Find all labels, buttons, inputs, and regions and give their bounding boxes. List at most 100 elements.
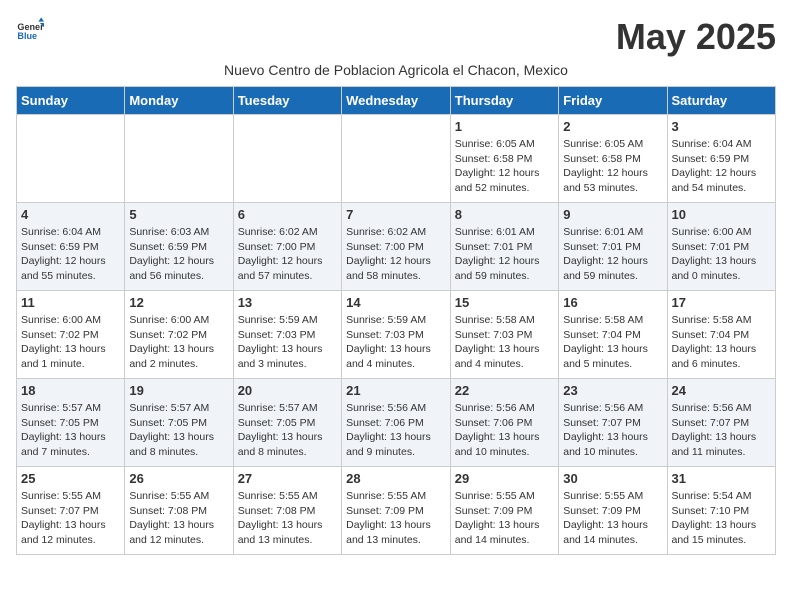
- cell-info-text: Sunrise: 5:56 AM Sunset: 7:07 PM Dayligh…: [563, 401, 662, 460]
- calendar-cell: 29 Sunrise: 5:55 AM Sunset: 7:09 PM Dayli…: [450, 467, 558, 555]
- calendar-cell: 16Sunrise: 5:58 AM Sunset: 7:04 PM Dayli…: [559, 291, 667, 379]
- cell-info-text: Sunrise: 5:54 AM Sunset: 7:10 PM Dayligh…: [672, 489, 772, 548]
- cell-date-number: 8: [455, 207, 554, 222]
- calendar-cell: 15 Sunrise: 5:58 AM Sunset: 7:03 PM Dayli…: [450, 291, 558, 379]
- calendar-cell: 8 Sunrise: 6:01 AM Sunset: 7:01 PM Daylig…: [450, 203, 558, 291]
- calendar-cell: 24 Sunrise: 5:56 AM Sunset: 7:07 PM Dayli…: [667, 379, 776, 467]
- cell-date-number: 28: [346, 471, 446, 486]
- calendar-cell: 18 Sunrise: 5:57 AM Sunset: 7:05 PM Dayli…: [17, 379, 125, 467]
- cell-info-text: Sunrise: 5:58 AM Sunset: 7:03 PM Dayligh…: [455, 313, 554, 372]
- cell-date-number: 18: [21, 383, 120, 398]
- calendar-cell: 19Sunrise: 5:57 AM Sunset: 7:05 PM Dayli…: [125, 379, 233, 467]
- cell-date-number: 10: [672, 207, 772, 222]
- day-header-wednesday: Wednesday: [342, 87, 451, 115]
- cell-date-number: 22: [455, 383, 554, 398]
- calendar-cell: [342, 115, 451, 203]
- cell-info-text: Sunrise: 6:02 AM Sunset: 7:00 PM Dayligh…: [346, 225, 446, 284]
- cell-info-text: Sunrise: 6:00 AM Sunset: 7:02 PM Dayligh…: [129, 313, 228, 372]
- page-header: General Blue May 2025: [16, 16, 776, 58]
- cell-info-text: Sunrise: 5:56 AM Sunset: 7:06 PM Dayligh…: [346, 401, 446, 460]
- cell-info-text: Sunrise: 6:01 AM Sunset: 7:01 PM Dayligh…: [563, 225, 662, 284]
- cell-date-number: 31: [672, 471, 772, 486]
- cell-date-number: 6: [238, 207, 337, 222]
- cell-date-number: 26: [129, 471, 228, 486]
- cell-info-text: Sunrise: 5:55 AM Sunset: 7:08 PM Dayligh…: [129, 489, 228, 548]
- cell-info-text: Sunrise: 6:02 AM Sunset: 7:00 PM Dayligh…: [238, 225, 337, 284]
- calendar-week-5: 25 Sunrise: 5:55 AM Sunset: 7:07 PM Dayli…: [17, 467, 776, 555]
- calendar-cell: 5 Sunrise: 6:03 AM Sunset: 6:59 PM Daylig…: [125, 203, 233, 291]
- calendar-cell: 11 Sunrise: 6:00 AM Sunset: 7:02 PM Dayli…: [17, 291, 125, 379]
- day-header-sunday: Sunday: [17, 87, 125, 115]
- calendar-week-4: 18 Sunrise: 5:57 AM Sunset: 7:05 PM Dayli…: [17, 379, 776, 467]
- cell-info-text: Sunrise: 5:56 AM Sunset: 7:07 PM Dayligh…: [672, 401, 772, 460]
- cell-info-text: Sunrise: 5:55 AM Sunset: 7:07 PM Dayligh…: [21, 489, 120, 548]
- cell-info-text: Sunrise: 6:00 AM Sunset: 7:02 PM Dayligh…: [21, 313, 120, 372]
- cell-info-text: Sunrise: 6:03 AM Sunset: 6:59 PM Dayligh…: [129, 225, 228, 284]
- cell-date-number: 17: [672, 295, 772, 310]
- calendar-cell: 7 Sunrise: 6:02 AM Sunset: 7:00 PM Daylig…: [342, 203, 451, 291]
- calendar-cell: 13 Sunrise: 5:59 AM Sunset: 7:03 PM Dayli…: [233, 291, 341, 379]
- day-header-tuesday: Tuesday: [233, 87, 341, 115]
- cell-date-number: 27: [238, 471, 337, 486]
- cell-date-number: 25: [21, 471, 120, 486]
- cell-date-number: 13: [238, 295, 337, 310]
- cell-date-number: 14: [346, 295, 446, 310]
- cell-date-number: 23: [563, 383, 662, 398]
- calendar-cell: 14 Sunrise: 5:59 AM Sunset: 7:03 PM Dayli…: [342, 291, 451, 379]
- cell-date-number: 21: [346, 383, 446, 398]
- calendar-week-2: 4Sunrise: 6:04 AM Sunset: 6:59 PM Daylig…: [17, 203, 776, 291]
- calendar-cell: 21 Sunrise: 5:56 AM Sunset: 7:06 PM Dayli…: [342, 379, 451, 467]
- calendar-header-row: SundayMondayTuesdayWednesdayThursdayFrid…: [17, 87, 776, 115]
- cell-info-text: Sunrise: 5:58 AM Sunset: 7:04 PM Dayligh…: [672, 313, 772, 372]
- calendar-cell: 1 Sunrise: 6:05 AM Sunset: 6:58 PM Daylig…: [450, 115, 558, 203]
- month-title: May 2025: [616, 16, 776, 58]
- calendar-cell: 22 Sunrise: 5:56 AM Sunset: 7:06 PM Dayli…: [450, 379, 558, 467]
- cell-info-text: Sunrise: 5:59 AM Sunset: 7:03 PM Dayligh…: [238, 313, 337, 372]
- cell-info-text: Sunrise: 5:55 AM Sunset: 7:08 PM Dayligh…: [238, 489, 337, 548]
- cell-info-text: Sunrise: 5:57 AM Sunset: 7:05 PM Dayligh…: [238, 401, 337, 460]
- logo: General Blue: [16, 16, 44, 44]
- cell-date-number: 15: [455, 295, 554, 310]
- cell-info-text: Sunrise: 6:04 AM Sunset: 6:59 PM Dayligh…: [672, 137, 772, 196]
- cell-date-number: 29: [455, 471, 554, 486]
- cell-info-text: Sunrise: 5:59 AM Sunset: 7:03 PM Dayligh…: [346, 313, 446, 372]
- cell-date-number: 20: [238, 383, 337, 398]
- day-header-friday: Friday: [559, 87, 667, 115]
- calendar-cell: 31 Sunrise: 5:54 AM Sunset: 7:10 PM Dayli…: [667, 467, 776, 555]
- calendar-cell: 9 Sunrise: 6:01 AM Sunset: 7:01 PM Daylig…: [559, 203, 667, 291]
- calendar-cell: 20 Sunrise: 5:57 AM Sunset: 7:05 PM Dayli…: [233, 379, 341, 467]
- cell-info-text: Sunrise: 6:01 AM Sunset: 7:01 PM Dayligh…: [455, 225, 554, 284]
- cell-date-number: 24: [672, 383, 772, 398]
- calendar-subtitle: Nuevo Centro de Poblacion Agricola el Ch…: [16, 62, 776, 78]
- calendar-cell: 17 Sunrise: 5:58 AM Sunset: 7:04 PM Dayli…: [667, 291, 776, 379]
- cell-info-text: Sunrise: 5:55 AM Sunset: 7:09 PM Dayligh…: [455, 489, 554, 548]
- cell-date-number: 11: [21, 295, 120, 310]
- day-header-monday: Monday: [125, 87, 233, 115]
- cell-info-text: Sunrise: 6:05 AM Sunset: 6:58 PM Dayligh…: [563, 137, 662, 196]
- cell-date-number: 19: [129, 383, 228, 398]
- cell-info-text: Sunrise: 5:55 AM Sunset: 7:09 PM Dayligh…: [563, 489, 662, 548]
- cell-info-text: Sunrise: 6:04 AM Sunset: 6:59 PM Dayligh…: [21, 225, 120, 284]
- cell-date-number: 1: [455, 119, 554, 134]
- cell-info-text: Sunrise: 6:05 AM Sunset: 6:58 PM Dayligh…: [455, 137, 554, 196]
- calendar-cell: 12Sunrise: 6:00 AM Sunset: 7:02 PM Dayli…: [125, 291, 233, 379]
- cell-date-number: 9: [563, 207, 662, 222]
- calendar-cell: 10Sunrise: 6:00 AM Sunset: 7:01 PM Dayli…: [667, 203, 776, 291]
- cell-info-text: Sunrise: 5:57 AM Sunset: 7:05 PM Dayligh…: [21, 401, 120, 460]
- cell-info-text: Sunrise: 5:55 AM Sunset: 7:09 PM Dayligh…: [346, 489, 446, 548]
- cell-date-number: 5: [129, 207, 228, 222]
- calendar-cell: 4Sunrise: 6:04 AM Sunset: 6:59 PM Daylig…: [17, 203, 125, 291]
- calendar-cell: 26 Sunrise: 5:55 AM Sunset: 7:08 PM Dayli…: [125, 467, 233, 555]
- calendar-cell: [17, 115, 125, 203]
- cell-date-number: 7: [346, 207, 446, 222]
- calendar-cell: [233, 115, 341, 203]
- cell-info-text: Sunrise: 5:56 AM Sunset: 7:06 PM Dayligh…: [455, 401, 554, 460]
- calendar-cell: 30Sunrise: 5:55 AM Sunset: 7:09 PM Dayli…: [559, 467, 667, 555]
- calendar-week-1: 1 Sunrise: 6:05 AM Sunset: 6:58 PM Daylig…: [17, 115, 776, 203]
- calendar-cell: 2Sunrise: 6:05 AM Sunset: 6:58 PM Daylig…: [559, 115, 667, 203]
- cell-date-number: 16: [563, 295, 662, 310]
- calendar-cell: 23 Sunrise: 5:56 AM Sunset: 7:07 PM Dayli…: [559, 379, 667, 467]
- cell-date-number: 3: [672, 119, 772, 134]
- calendar-cell: 27 Sunrise: 5:55 AM Sunset: 7:08 PM Dayli…: [233, 467, 341, 555]
- logo-icon: General Blue: [16, 16, 44, 44]
